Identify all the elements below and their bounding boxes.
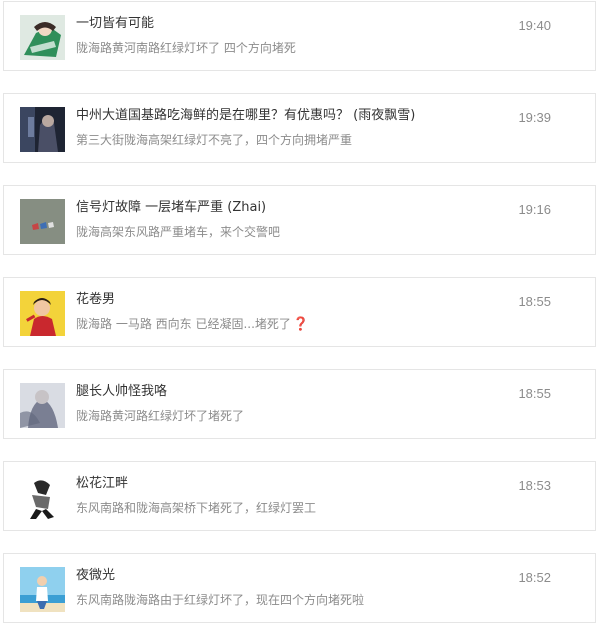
cartoon-man-yellow-avatar-icon (20, 291, 65, 336)
username[interactable]: 中州大道国基路吃海鲜的是在哪里？有优惠吗？ (雨夜飘雪) (76, 107, 415, 125)
message-text: 陇海路黄河路红绿灯坏了堵死了 (76, 409, 245, 423)
username[interactable]: 花卷男 (76, 291, 115, 309)
username[interactable]: 信号灯故障 一层堵车严重 (Zhai) (76, 199, 266, 217)
avatar[interactable] (20, 383, 65, 428)
message-text: 东风南路陇海路由于红绿灯坏了，现在四个方向堵死啦 (76, 593, 365, 607)
timestamp: 19:39 (518, 110, 551, 125)
message-text-body: 陇海路 一马路 西向东 已经凝固...堵死了 (76, 317, 291, 331)
question-mark-emoji: ❓ (292, 317, 310, 332)
message-feed: 一切皆有可能 陇海路黄河南路红绿灯坏了 四个方向堵死 19:40 中州大道国基路… (0, 0, 600, 623)
message-text: 陇海路黄河南路红绿灯坏了 四个方向堵死 (76, 41, 296, 55)
list-item[interactable]: 腿长人帅怪我咯 陇海路黄河路红绿灯坏了堵死了 18:55 (3, 369, 596, 439)
timestamp: 18:55 (518, 294, 551, 309)
timestamp: 18:52 (518, 570, 551, 585)
message-text: 东风南路和陇海高架桥下堵死了，红绿灯罢工 (76, 501, 317, 515)
message-text: 陇海路 一马路 西向东 已经凝固...堵死了 ❓ (76, 315, 309, 334)
avatar[interactable] (20, 199, 65, 244)
message-text: 第三大街陇海高架红绿灯不亮了，四个方向拥堵严重 (76, 133, 353, 147)
timestamp: 19:16 (518, 202, 551, 217)
avatar[interactable] (20, 291, 65, 336)
anime-girl-green-avatar-icon (20, 15, 65, 60)
timestamp: 18:53 (518, 478, 551, 493)
list-item[interactable]: 花卷男 陇海路 一马路 西向东 已经凝固...堵死了 ❓ 18:55 (3, 277, 596, 347)
username[interactable]: 一切皆有可能 (76, 15, 154, 33)
list-item[interactable]: 中州大道国基路吃海鲜的是在哪里？有优惠吗？ (雨夜飘雪) 第三大街陇海高架红绿灯… (3, 93, 596, 163)
list-item[interactable]: 夜微光 东风南路陇海路由于红绿灯坏了，现在四个方向堵死啦 18:52 (3, 553, 596, 623)
avatar[interactable] (20, 475, 65, 520)
message-text: 陇海高架东风路严重堵车，来个交警吧 (76, 225, 281, 239)
beach-person-avatar-icon (20, 567, 65, 612)
username[interactable]: 腿长人帅怪我咯 (76, 383, 167, 401)
dark-portrait-avatar-icon (20, 107, 65, 152)
avatar[interactable] (20, 15, 65, 60)
username[interactable]: 夜微光 (76, 567, 115, 585)
list-item[interactable]: 信号灯故障 一层堵车严重 (Zhai) 陇海高架东风路严重堵车，来个交警吧 19… (3, 185, 596, 255)
avatar[interactable] (20, 107, 65, 152)
shoes-on-floor-avatar-icon (20, 199, 65, 244)
list-item[interactable]: 松花江畔 东风南路和陇海高架桥下堵死了，红绿灯罢工 18:53 (3, 461, 596, 531)
timestamp: 18:55 (518, 386, 551, 401)
monochrome-figure-avatar-icon (20, 475, 65, 520)
blurred-figure-avatar-icon (20, 383, 65, 428)
timestamp: 19:40 (518, 18, 551, 33)
username[interactable]: 松花江畔 (76, 475, 128, 493)
avatar[interactable] (20, 567, 65, 612)
list-item[interactable]: 一切皆有可能 陇海路黄河南路红绿灯坏了 四个方向堵死 19:40 (3, 1, 596, 71)
